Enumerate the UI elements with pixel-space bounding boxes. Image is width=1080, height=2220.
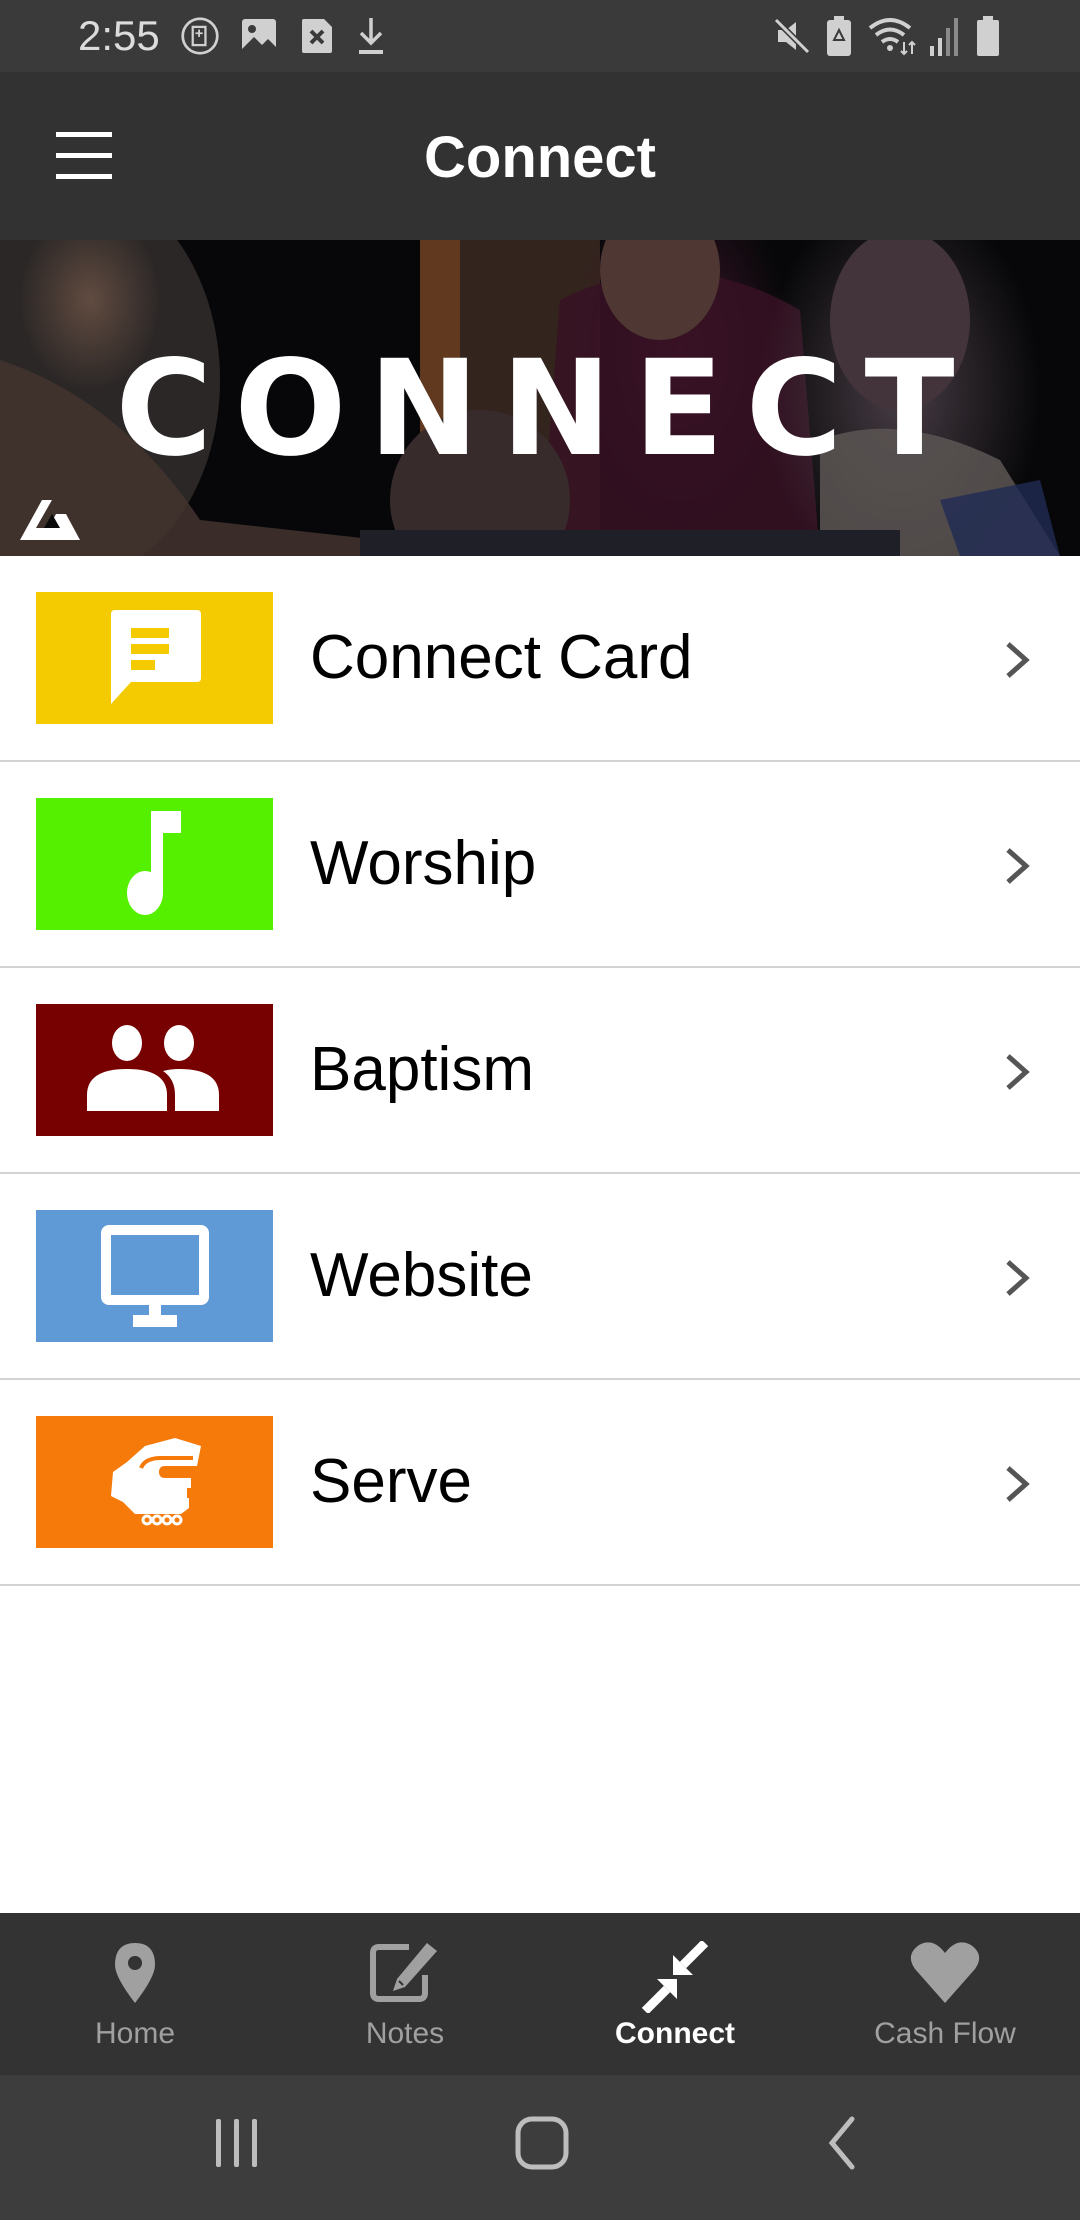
connect-banner: CONNECT [0, 240, 1080, 556]
people-icon [86, 1025, 219, 1111]
list-item-label: Serve [310, 1447, 472, 1516]
list-item-serve[interactable]: Serve [0, 1380, 1080, 1586]
page-title: Connect [424, 125, 656, 190]
monitor-icon [100, 1225, 209, 1327]
tab-label: Connect [615, 2017, 735, 2050]
heart-icon [910, 1942, 980, 2003]
status-time: 2:55 [78, 12, 160, 59]
wifi-icon [868, 18, 916, 56]
battery-icon [977, 16, 999, 56]
image-icon [242, 19, 276, 53]
list-item-baptism[interactable]: Baptism [0, 968, 1080, 1174]
worship-tile [36, 798, 273, 930]
home-button[interactable] [514, 2115, 570, 2171]
battery-saver-icon [827, 16, 851, 56]
website-tile [36, 1210, 273, 1342]
banner-headline: CONNECT [115, 332, 977, 486]
list-item-website[interactable]: Website [0, 1174, 1080, 1380]
edit-note-icon [370, 1943, 437, 2002]
bible-app-icon [181, 17, 219, 55]
compress-arrows-icon [641, 1941, 709, 2013]
tab-label: Notes [365, 2017, 445, 2050]
tab-label: Home [94, 2017, 176, 2050]
serve-tile [36, 1416, 273, 1548]
chevron-right-icon [1006, 848, 1030, 884]
list-item-label: Connect Card [310, 623, 693, 692]
church-logo [20, 500, 80, 540]
tab-cash-flow[interactable]: Cash Flow [810, 1913, 1080, 2075]
status-bar: 2:55 [0, 0, 1080, 72]
list-item-connect-card[interactable]: Connect Card [0, 556, 1080, 762]
system-navigation-bar [0, 2075, 1080, 2220]
tab-connect[interactable]: Connect [540, 1913, 810, 2075]
download-icon [359, 18, 383, 54]
list-item-label: Worship [310, 829, 537, 898]
tab-home[interactable]: Home [0, 1913, 270, 2075]
list-item-worship[interactable]: Worship [0, 762, 1080, 968]
recents-button[interactable] [212, 2115, 262, 2171]
chat-note-icon [110, 610, 201, 704]
bottom-nav: Home Notes Connect Cash Flow [0, 1913, 1080, 2075]
chevron-right-icon [1006, 1054, 1030, 1090]
chevron-right-icon [1006, 1260, 1030, 1296]
baptism-tile [36, 1004, 273, 1136]
sim-error-icon [302, 19, 332, 53]
list-item-label: Website [310, 1241, 533, 1310]
connect-screen: 2:55 Connect CONNECT Connect Card Worshi… [0, 0, 1080, 2220]
music-note-icon [126, 811, 181, 915]
chevron-right-icon [1006, 642, 1030, 678]
mute-icon [773, 17, 811, 55]
tab-label: Cash Flow [874, 2017, 1016, 2050]
list-item-label: Baptism [310, 1035, 534, 1104]
chevron-right-icon [1006, 1466, 1030, 1502]
signal-icon [930, 18, 958, 56]
handshake-icon [110, 1438, 201, 1526]
app-bar: Connect [0, 72, 1080, 240]
tab-notes[interactable]: Notes [270, 1913, 540, 2075]
connect-list: Connect Card Worship Baptism Website Ser… [0, 556, 1080, 1586]
map-pin-icon [115, 1943, 155, 2003]
connect-card-tile [36, 592, 273, 724]
back-button[interactable] [824, 2115, 860, 2171]
